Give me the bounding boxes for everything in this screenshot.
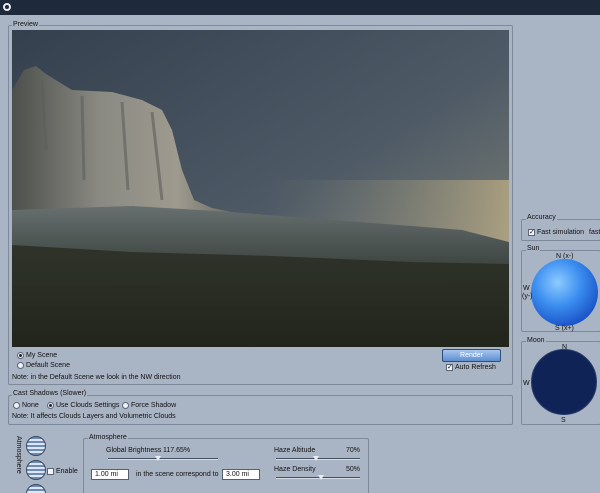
global-brightness-slider[interactable] (108, 456, 218, 461)
auto-refresh-checkbox[interactable] (446, 364, 453, 371)
moon-position-sphere[interactable] (531, 349, 597, 415)
atmosphere-preset-thumb-3[interactable] (26, 484, 46, 493)
fast-simulation-label: Fast simulation (537, 229, 585, 236)
preview-group-title: Preview (12, 21, 39, 29)
shadow-force-label: Force Shadow (131, 402, 177, 409)
cast-shadows-note: Note: It affects Clouds Layers and Volum… (12, 413, 176, 420)
haze-altitude-value: 70% (346, 447, 361, 454)
preview-render-image (12, 30, 509, 347)
render-button[interactable]: Render (442, 349, 501, 362)
my-scene-radio[interactable] (17, 352, 24, 359)
atmosphere-enable-checkbox[interactable] (47, 468, 54, 475)
accuracy-title: Accuracy (526, 214, 557, 222)
cast-shadows-title: Cast Shadows (Slower) (12, 390, 88, 398)
haze-altitude-slider[interactable] (276, 456, 360, 461)
atmosphere-side-label: Atmosphere (15, 436, 22, 474)
moon-title: Moon (526, 337, 546, 345)
sun-west-axis-label: (y-) (522, 293, 533, 300)
title-bar (0, 0, 600, 15)
haze-density-slider[interactable] (276, 475, 360, 480)
haze-density-thumb[interactable] (317, 475, 324, 480)
landscape-image (12, 30, 509, 347)
haze-density-label: Haze Density (274, 466, 316, 473)
shadow-clouds-radio[interactable] (47, 402, 54, 409)
sun-title: Sun (526, 245, 541, 253)
atmosphere-enable-label: Enable (56, 468, 78, 475)
shadow-clouds-label: Use Clouds Settings (56, 402, 120, 409)
haze-density-value: 50% (346, 466, 361, 473)
my-scene-label: My Scene (26, 352, 58, 359)
atmosphere-preset-thumb-2[interactable] (26, 460, 46, 480)
shadow-none-radio[interactable] (13, 402, 20, 409)
global-brightness-thumb[interactable] (154, 456, 161, 461)
haze-altitude-label: Haze Altitude (274, 447, 316, 454)
default-scene-label: Default Scene (26, 362, 70, 369)
atmosphere-preset-thumb-1[interactable] (26, 436, 46, 456)
scale-to-input[interactable]: 3.00 mi (222, 469, 260, 480)
scale-from-input[interactable]: 1.00 mi (91, 469, 129, 480)
sun-position-sphere[interactable] (531, 259, 598, 326)
auto-refresh-label: Auto Refresh (455, 364, 496, 371)
fast-simulation-checkbox[interactable] (528, 229, 535, 236)
shadow-none-label: None (22, 402, 39, 409)
global-brightness-value: 117.65% (163, 447, 191, 454)
sun-south-label: S (x+) (555, 325, 574, 332)
preview-note: Note: in the Default Scene we look in th… (12, 374, 181, 381)
accuracy-trailing-text: fast (589, 229, 600, 236)
atmosphere-title: Atmosphere (88, 434, 128, 442)
haze-altitude-thumb[interactable] (313, 456, 320, 461)
moon-south-label: S (561, 417, 566, 424)
default-scene-radio[interactable] (17, 362, 24, 369)
app-icon[interactable] (3, 3, 11, 11)
moon-west-label: W (523, 380, 530, 387)
scale-text: in the scene correspond to (136, 471, 219, 478)
shadow-force-radio[interactable] (122, 402, 129, 409)
global-brightness-label: Global Brightness (106, 447, 162, 454)
